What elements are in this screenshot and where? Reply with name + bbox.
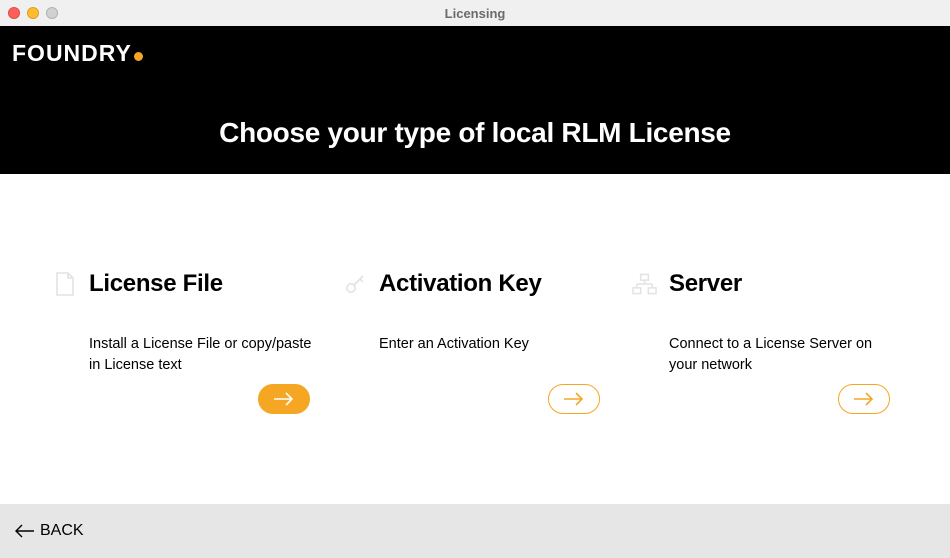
brand-name: FOUNDRY bbox=[12, 40, 132, 66]
header: FOUNDRY Choose your type of local RLM Li… bbox=[0, 26, 950, 174]
key-icon bbox=[342, 272, 367, 297]
back-button[interactable]: BACK bbox=[12, 522, 84, 540]
network-icon bbox=[632, 272, 657, 297]
brand-accent-dot-icon bbox=[134, 52, 143, 61]
window-title: Licensing bbox=[0, 6, 950, 21]
option-title: License File bbox=[89, 270, 223, 298]
server-next-button[interactable] bbox=[838, 384, 890, 414]
option-header: Activation Key bbox=[342, 270, 608, 298]
window-titlebar: Licensing bbox=[0, 0, 950, 26]
option-description: Enter an Activation Key bbox=[342, 334, 602, 355]
file-icon bbox=[52, 272, 77, 297]
close-window-button[interactable] bbox=[8, 7, 20, 19]
back-label: BACK bbox=[40, 522, 84, 540]
activation-key-next-button[interactable] bbox=[548, 384, 600, 414]
option-server: Server Connect to a License Server on yo… bbox=[620, 270, 910, 376]
traffic-lights bbox=[8, 7, 58, 19]
option-license-file: License File Install a License File or c… bbox=[40, 270, 330, 376]
option-description: Install a License File or copy/paste in … bbox=[52, 334, 312, 376]
option-activation-key: Activation Key Enter an Activation Key bbox=[330, 270, 620, 376]
brand-logo: FOUNDRY bbox=[0, 26, 950, 67]
zoom-window-button[interactable] bbox=[46, 7, 58, 19]
option-header: Server bbox=[632, 270, 898, 298]
option-title: Activation Key bbox=[379, 270, 542, 298]
arrow-left-icon bbox=[12, 524, 36, 538]
option-title: Server bbox=[669, 270, 742, 298]
page-title: Choose your type of local RLM License bbox=[0, 117, 950, 149]
option-description: Connect to a License Server on your netw… bbox=[632, 334, 892, 376]
footer-bar: BACK bbox=[0, 504, 950, 558]
license-file-next-button[interactable] bbox=[258, 384, 310, 414]
minimize-window-button[interactable] bbox=[27, 7, 39, 19]
option-header: License File bbox=[52, 270, 318, 298]
options-row: License File Install a License File or c… bbox=[0, 174, 950, 376]
